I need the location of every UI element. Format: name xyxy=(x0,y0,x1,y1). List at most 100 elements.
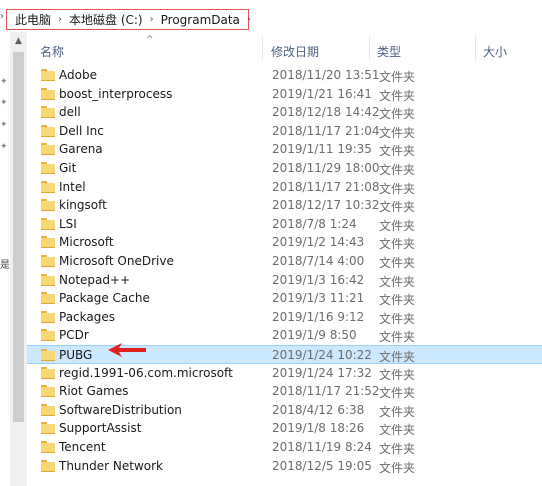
file-name[interactable]: Microsoft xyxy=(59,235,114,249)
file-row[interactable]: Git 2018/11/29 18:00 文件夹 xyxy=(27,159,542,178)
chevron-right-icon[interactable]: › xyxy=(247,14,251,25)
file-name[interactable]: Garena xyxy=(59,142,103,156)
file-row[interactable]: Adobe 2018/11/20 13:51 文件夹 xyxy=(27,66,542,85)
file-type: 文件夹 xyxy=(379,404,416,419)
file-row[interactable]: Riot Games 2018/11/17 21:52 文件夹 xyxy=(27,382,542,401)
file-type: 文件夹 xyxy=(379,107,416,122)
file-name[interactable]: Packages xyxy=(59,310,115,324)
folder-icon xyxy=(41,459,55,472)
file-row[interactable]: Dell Inc 2018/11/17 21:04 文件夹 xyxy=(27,122,542,141)
file-type: 文件夹 xyxy=(379,293,416,308)
file-modified-date: 2019/1/24 17:32 xyxy=(272,365,372,380)
file-modified-date: 2019/1/9 8:50 xyxy=(272,328,357,343)
column-header-size[interactable]: 大小 xyxy=(483,43,507,60)
folder-icon xyxy=(41,236,55,249)
file-row[interactable]: Intel 2018/11/17 21:08 文件夹 xyxy=(27,178,542,197)
chevron-up-icon[interactable]: ▲ xyxy=(10,32,27,49)
file-name[interactable]: boost_interprocess xyxy=(59,87,172,101)
folder-icon xyxy=(41,217,55,230)
file-name[interactable]: Thunder Network xyxy=(59,459,163,473)
file-row[interactable]: Package Cache 2019/1/3 11:21 文件夹 xyxy=(27,289,542,308)
folder-icon xyxy=(41,162,55,174)
breadcrumb-item-this-pc[interactable]: 此电脑 xyxy=(15,11,51,28)
column-header-name[interactable]: 名称 xyxy=(40,43,64,60)
folder-icon xyxy=(41,366,55,379)
file-name[interactable]: Package Cache xyxy=(59,291,150,305)
file-name[interactable]: LSI xyxy=(59,217,77,231)
file-name[interactable]: Riot Games xyxy=(59,384,129,398)
file-modified-date: 2018/7/8 1:24 xyxy=(272,216,357,231)
file-name[interactable]: regid.1991-06.com.microsoft xyxy=(59,366,233,380)
scrollbar-thumb[interactable] xyxy=(13,52,24,422)
folder-icon xyxy=(41,106,55,119)
file-type: 文件夹 xyxy=(379,442,416,456)
file-name[interactable]: dell xyxy=(59,105,81,119)
column-divider[interactable] xyxy=(475,36,476,60)
file-row[interactable]: PCDr 2019/1/9 8:50 文件夹 xyxy=(27,326,542,345)
vertical-scrollbar[interactable]: ▲ xyxy=(10,32,27,486)
file-type: 文件夹 xyxy=(379,350,416,364)
file-type: 文件夹 xyxy=(379,218,416,233)
folder-icon xyxy=(41,441,55,453)
file-name[interactable]: kingsoft xyxy=(59,198,107,212)
file-row[interactable]: Tencent 2018/11/19 8:24 文件夹 xyxy=(27,438,542,457)
file-type: 文件夹 xyxy=(379,237,416,252)
file-row[interactable]: PUBG 2019/1/24 10:22 文件夹 xyxy=(27,345,542,364)
nav-pane-cut-label: 是 xyxy=(0,260,10,271)
chevron-right-icon[interactable]: › xyxy=(58,14,62,25)
file-name[interactable]: PUBG xyxy=(59,348,92,362)
file-type: 文件夹 xyxy=(379,181,416,196)
file-modified-date: 2018/12/18 14:42 xyxy=(272,105,380,120)
file-modified-date: 2018/7/14 4:00 xyxy=(272,254,365,268)
pin-icon: ✦ xyxy=(0,77,8,87)
file-modified-date: 2018/11/19 8:24 xyxy=(272,440,372,454)
file-modified-date: 2019/1/3 16:42 xyxy=(272,272,365,287)
file-type: 文件夹 xyxy=(379,367,416,382)
file-name[interactable]: Intel xyxy=(59,180,86,194)
file-modified-date: 2019/1/2 14:43 xyxy=(272,235,365,250)
file-row[interactable]: Microsoft OneDrive 2018/7/14 4:00 文件夹 xyxy=(27,252,542,271)
file-row[interactable]: boost_interprocess 2019/1/21 16:41 文件夹 xyxy=(27,85,542,104)
file-row[interactable]: Notepad++ 2019/1/3 16:42 文件夹 xyxy=(27,271,542,290)
file-row[interactable]: kingsoft 2018/12/17 10:32 文件夹 xyxy=(27,196,542,215)
folder-icon xyxy=(41,69,55,81)
navigation-pane-edge: ✦ ✦ ✦ ✦ 是 xyxy=(0,32,10,486)
file-modified-date: 2018/12/5 19:05 xyxy=(272,458,372,473)
breadcrumb-item-programdata[interactable]: ProgramData xyxy=(161,13,240,27)
file-row[interactable]: dell 2018/12/18 14:42 文件夹 xyxy=(27,103,542,122)
breadcrumb-item-local-disk[interactable]: 本地磁盘 (C:) xyxy=(69,11,143,28)
file-row[interactable]: Garena 2019/1/11 19:35 文件夹 xyxy=(27,140,542,159)
column-divider[interactable] xyxy=(262,36,263,60)
file-modified-date: 2019/1/11 19:35 xyxy=(272,142,372,157)
chevron-right-icon[interactable]: › xyxy=(150,14,154,25)
file-name[interactable]: Notepad++ xyxy=(59,273,130,287)
file-name[interactable]: SoftwareDistribution xyxy=(59,403,182,417)
file-name[interactable]: Adobe xyxy=(59,68,97,82)
column-header-type[interactable]: 类型 xyxy=(377,43,401,60)
address-bar[interactable]: › 此电脑 › 本地磁盘 (C:) › ProgramData › xyxy=(0,0,542,32)
nav-expand-chevron-icon[interactable]: › xyxy=(0,11,4,22)
folder-icon xyxy=(41,292,55,305)
file-row[interactable]: Microsoft 2019/1/2 14:43 文件夹 xyxy=(27,233,542,252)
file-row[interactable]: SupportAssist 2019/1/8 18:26 文件夹 xyxy=(27,419,542,438)
file-list: Adobe 2018/11/20 13:51 文件夹 boost_interproce… xyxy=(27,66,542,486)
column-header-date[interactable]: 修改日期 xyxy=(271,43,319,60)
file-name[interactable]: Microsoft OneDrive xyxy=(59,254,174,268)
file-row[interactable]: Packages 2019/1/16 9:12 文件夹 xyxy=(27,308,542,327)
column-divider[interactable] xyxy=(369,36,370,60)
file-row[interactable]: regid.1991-06.com.microsoft 2019/1/24 17:… xyxy=(27,364,542,383)
folder-icon xyxy=(41,385,55,398)
folder-icon xyxy=(41,87,55,100)
file-type: 文件夹 xyxy=(379,200,416,215)
file-type: 文件夹 xyxy=(379,330,416,345)
file-name[interactable]: PCDr xyxy=(59,328,89,342)
file-row[interactable]: Thunder Network 2018/12/5 19:05 文件夹 xyxy=(27,457,542,476)
file-name[interactable]: Dell Inc xyxy=(59,124,104,138)
file-row[interactable]: SoftwareDistribution 2018/4/12 6:38 文件夹 xyxy=(27,401,542,420)
file-name[interactable]: Git xyxy=(59,161,76,175)
file-row[interactable]: LSI 2018/7/8 1:24 文件夹 xyxy=(27,215,542,234)
pin-icon: ✦ xyxy=(0,142,8,152)
file-name[interactable]: SupportAssist xyxy=(59,421,141,435)
file-name[interactable]: Tencent xyxy=(59,440,106,454)
file-type: 文件夹 xyxy=(379,256,416,270)
